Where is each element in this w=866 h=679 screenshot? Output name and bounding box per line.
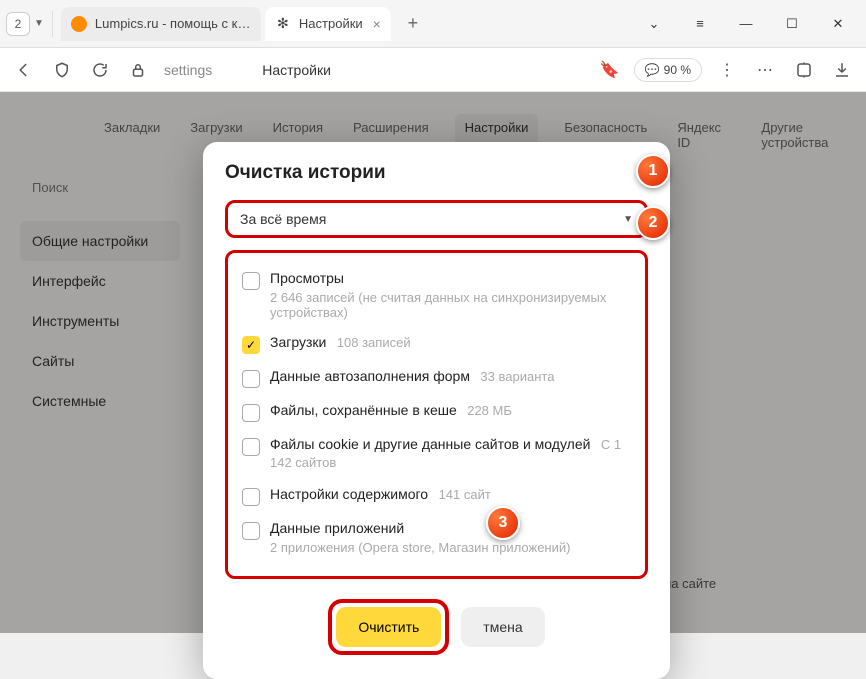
checkbox-checked-icon[interactable]: ✓ [242, 336, 260, 354]
item-label: Данные автозаполнения форм [270, 368, 470, 384]
page-body: Закладки Загрузки История Расширения Нас… [0, 92, 866, 633]
item-sub: 2 приложения (Opera store, Магазин прило… [270, 540, 570, 555]
highlight-box: Очистить [328, 599, 449, 655]
page-title: Настройки [262, 62, 331, 78]
clear-history-modal: Очистка истории × За всё время ▼ Просмот… [203, 142, 670, 679]
modal-actions: Очистить тмена [225, 599, 648, 655]
item-hint: 33 варианта [480, 369, 554, 384]
zoom-indicator[interactable]: 💬 90 % [634, 58, 702, 82]
url-box[interactable]: settings Настройки 🔖 [164, 60, 620, 80]
clear-items-list: Просмотры 2 646 записей (не считая данны… [225, 250, 648, 579]
close-icon[interactable]: × [373, 16, 381, 32]
titlebar: 2 ▼ Lumpics.ru - помощь с ком ✻ Настройк… [0, 0, 866, 48]
modal-title: Очистка истории [225, 162, 648, 184]
overflow-icon[interactable]: ⋯ [754, 58, 778, 82]
clear-item-cookies[interactable]: Файлы cookie и другие данные сайтов и мо… [238, 429, 635, 479]
downloads-icon[interactable] [830, 58, 854, 82]
period-value: За всё время [240, 211, 326, 227]
clear-item-content-settings[interactable]: Настройки содержимого 141 сайт [238, 479, 635, 513]
chevron-down-icon: ▼ [623, 214, 633, 225]
item-hint: 228 МБ [467, 403, 512, 418]
callout-3: 3 [486, 506, 520, 540]
extensions-icon[interactable] [792, 58, 816, 82]
item-label: Просмотры [270, 270, 344, 286]
clear-item-views[interactable]: Просмотры 2 646 записей (не считая данны… [238, 263, 635, 327]
checkbox-icon[interactable] [242, 404, 260, 422]
window-maximize[interactable]: ☐ [770, 8, 814, 40]
item-hint: 108 записей [337, 335, 411, 350]
item-label: Загрузки [270, 334, 326, 350]
item-label: Файлы, сохранённые в кеше [270, 402, 457, 418]
zoom-value: 90 % [664, 63, 691, 77]
callout-1: 1 [636, 154, 670, 188]
clear-item-cache[interactable]: Файлы, сохранённые в кеше 228 МБ [238, 395, 635, 429]
item-label: Данные приложений [270, 520, 404, 536]
window-minimize[interactable]: — [724, 8, 768, 40]
checkbox-icon[interactable] [242, 438, 260, 456]
cancel-button[interactable]: тмена [461, 607, 544, 647]
clear-button[interactable]: Очистить [336, 607, 441, 647]
item-label: Файлы cookie и другие данные сайтов и мо… [270, 436, 590, 452]
checkbox-icon[interactable] [242, 370, 260, 388]
url-text: settings [164, 62, 212, 78]
item-sub: 2 646 записей (не считая данных на синхр… [270, 290, 631, 320]
callout-2: 2 [636, 206, 670, 240]
more-icon[interactable]: ⋮ [716, 58, 740, 82]
tab-settings[interactable]: ✻ Настройки × [265, 7, 391, 41]
reload-button[interactable] [88, 58, 112, 82]
window-close[interactable]: ✕ [816, 8, 860, 40]
checkbox-icon[interactable] [242, 522, 260, 540]
bookmark-icon[interactable]: 🔖 [600, 60, 620, 80]
favicon-lumpics [71, 16, 87, 32]
period-select[interactable]: За всё время ▼ [225, 200, 648, 238]
item-label: Настройки содержимого [270, 486, 428, 502]
divider [52, 11, 53, 37]
speech-icon: 💬 [645, 63, 660, 77]
lock-icon [126, 58, 150, 82]
clear-item-autofill[interactable]: Данные автозаполнения форм 33 варианта [238, 361, 635, 395]
tab-lumpics[interactable]: Lumpics.ru - помощь с ком [61, 7, 261, 41]
clear-item-downloads[interactable]: ✓ Загрузки 108 записей [238, 327, 635, 361]
new-tab-button[interactable]: + [399, 10, 427, 38]
clear-item-app-data[interactable]: Данные приложений 2 приложения (Opera st… [238, 513, 635, 562]
window-menu-icon[interactable]: ≡ [678, 8, 722, 40]
tab-label: Настройки [299, 16, 363, 31]
tab-label: Lumpics.ru - помощь с ком [95, 16, 251, 31]
item-hint: 141 сайт [439, 487, 491, 502]
chevron-down-icon[interactable]: ▼ [34, 18, 44, 29]
gear-icon: ✻ [275, 16, 291, 32]
address-bar: settings Настройки 🔖 💬 90 % ⋮ ⋯ [0, 48, 866, 92]
workspace-chip[interactable]: 2 [6, 12, 30, 36]
checkbox-icon[interactable] [242, 272, 260, 290]
checkbox-icon[interactable] [242, 488, 260, 506]
window-collapse-icon[interactable]: ⌄ [632, 8, 676, 40]
shield-icon[interactable] [50, 58, 74, 82]
back-button[interactable] [12, 58, 36, 82]
